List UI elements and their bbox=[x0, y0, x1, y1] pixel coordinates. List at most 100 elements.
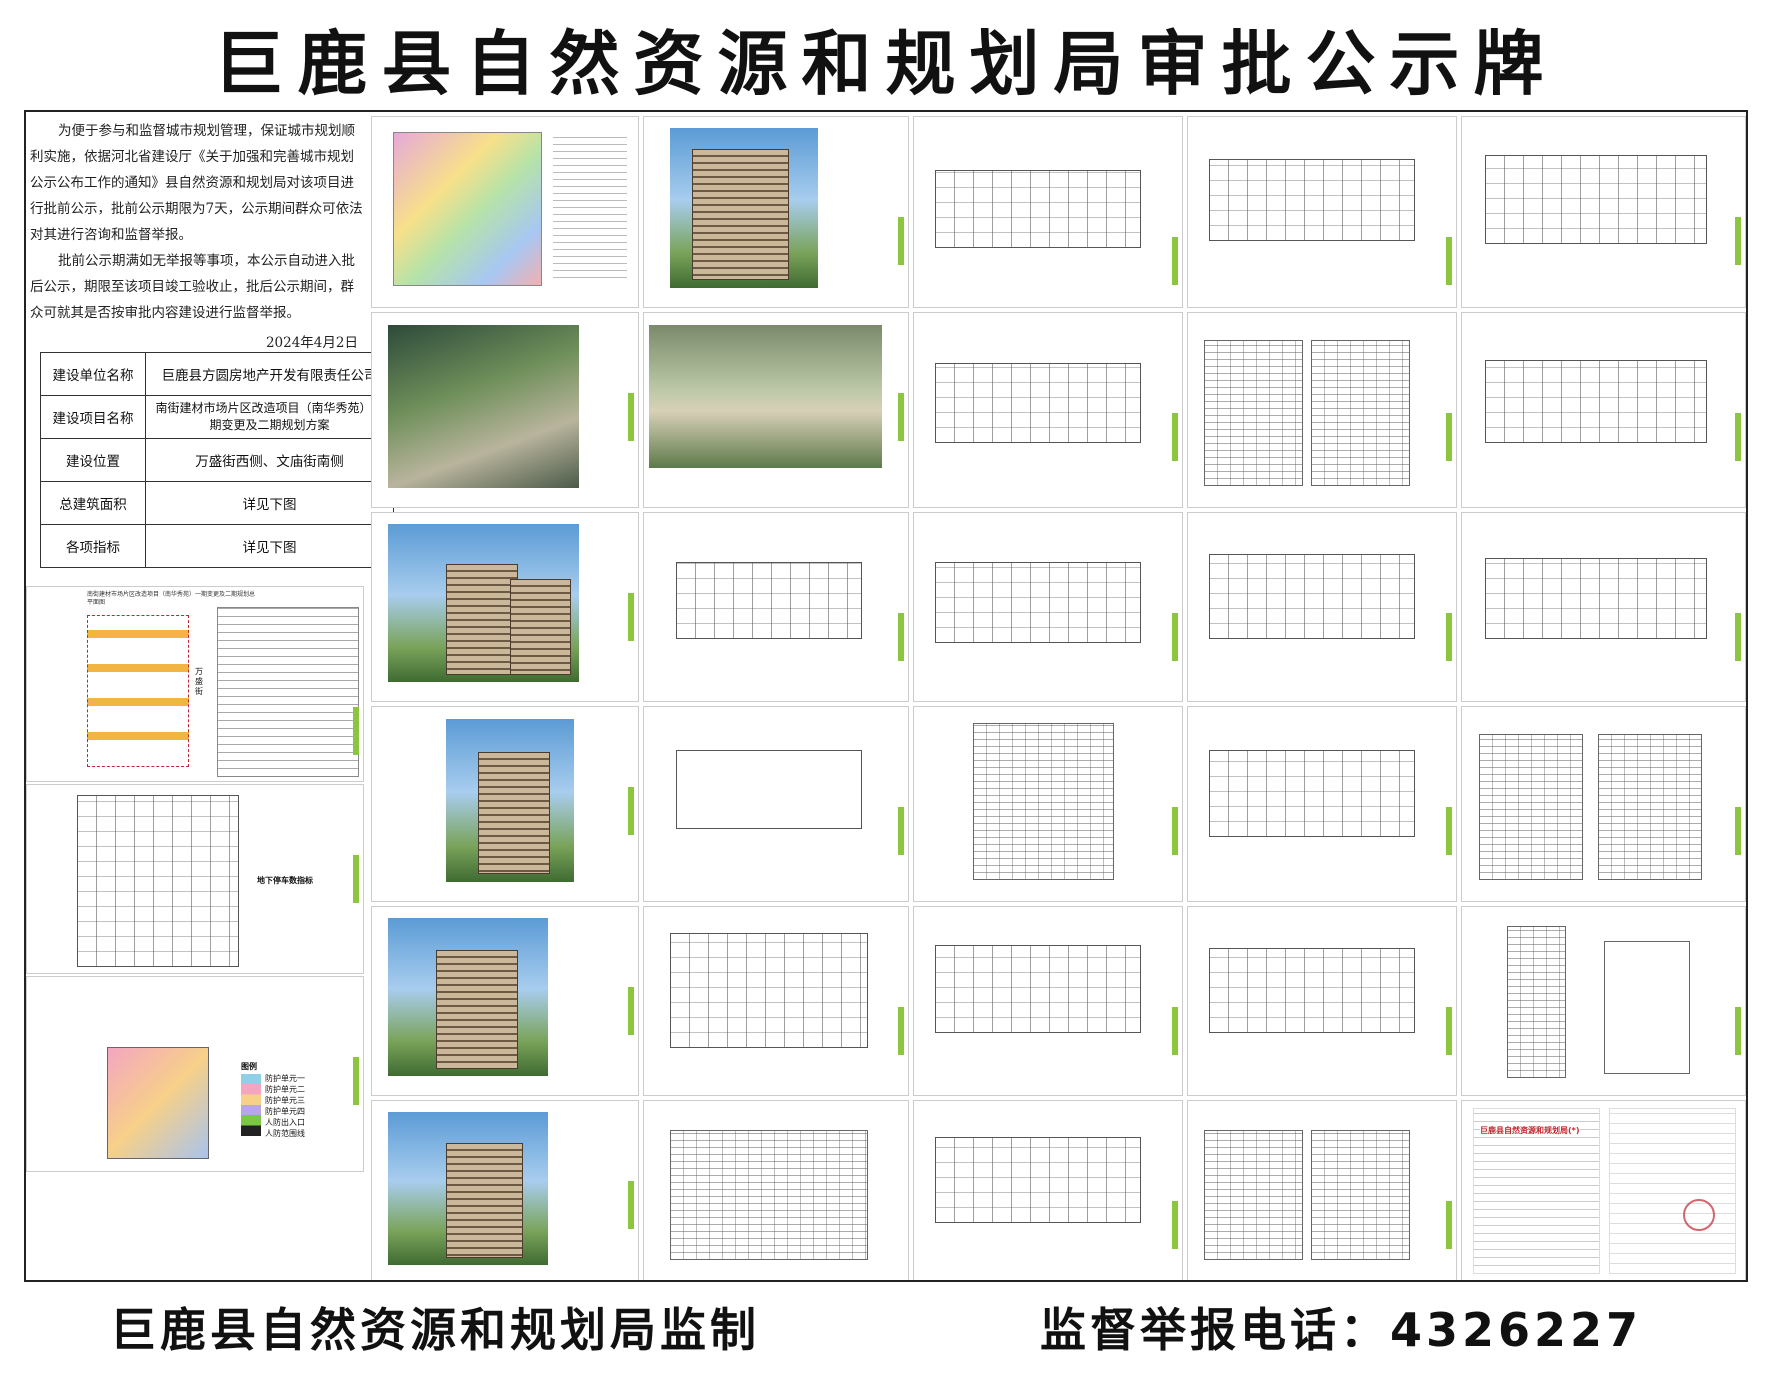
elevation-f4 bbox=[1461, 706, 1746, 902]
floor-plan-c4 bbox=[643, 706, 909, 902]
parking-plan-drawing bbox=[77, 795, 239, 967]
table-row: 建设位置 万盛街西侧、文庙街南侧 bbox=[40, 438, 394, 482]
tower-graphic bbox=[446, 1142, 523, 1258]
floor-plan-d3 bbox=[913, 512, 1183, 702]
row-label: 建设位置 bbox=[40, 438, 146, 482]
sheet-marker bbox=[1735, 613, 1741, 661]
legend-item: 防护单元二 bbox=[265, 1085, 305, 1094]
parking-legend-title: 地下停车数指标 bbox=[257, 876, 313, 885]
row-value: 详见下图 bbox=[145, 481, 394, 525]
table-row: 建设项目名称 南街建材市场片区改造项目（南华秀苑）一期变更及二期规划方案 bbox=[40, 395, 394, 439]
page-title: 巨鹿县自然资源和规划局审批公示牌 bbox=[213, 23, 1558, 105]
footer-hotline: 监督举报电话：4326227 bbox=[1040, 1303, 1643, 1357]
sheet-marker bbox=[1446, 807, 1452, 855]
approval-document-panel: 巨鹿县自然资源和规划局(*) bbox=[1461, 1100, 1746, 1280]
row-value: 巨鹿县方圆房地产开发有限责任公司 bbox=[145, 352, 394, 396]
sheet-marker bbox=[628, 593, 634, 641]
floor-plan-e3 bbox=[1187, 512, 1457, 702]
table-row: 建设单位名称 巨鹿县方圆房地产开发有限责任公司 bbox=[40, 352, 394, 396]
floor-plan-c5 bbox=[643, 906, 909, 1096]
tower-graphic bbox=[691, 149, 789, 281]
legend-item: 防护单元三 bbox=[265, 1096, 305, 1105]
legend-item: 人防范围线 bbox=[265, 1129, 305, 1138]
row-label: 建设项目名称 bbox=[40, 395, 146, 439]
floor-plan-d6 bbox=[913, 1100, 1183, 1280]
aerial-render-panel bbox=[371, 312, 639, 508]
floor-plan-f3 bbox=[1461, 512, 1746, 702]
sheet-marker bbox=[898, 613, 904, 661]
sheet-marker bbox=[628, 787, 634, 835]
sheet-marker bbox=[1735, 1007, 1741, 1055]
notice-paragraph-1: 为便于参与和监督城市规划管理，保证城市规划顺利实施，依据河北省建设厅《关于加强和… bbox=[30, 123, 363, 243]
row-value: 南街建材市场片区改造项目（南华秀苑）一期变更及二期规划方案 bbox=[145, 395, 394, 439]
render-panel-5 bbox=[643, 116, 909, 308]
sheet-marker bbox=[898, 1007, 904, 1055]
sheet-marker bbox=[1172, 613, 1178, 661]
row-value: 详见下图 bbox=[145, 524, 394, 568]
legend-item: 防护单元一 bbox=[265, 1074, 305, 1083]
elevation-e2 bbox=[1187, 312, 1457, 508]
legend-item: 人防出入口 bbox=[265, 1118, 305, 1127]
sheet-marker bbox=[1446, 413, 1452, 461]
floor-plan-f1 bbox=[1461, 116, 1746, 308]
sheet-marker bbox=[1446, 1007, 1452, 1055]
floor-plan-drawing bbox=[675, 749, 863, 830]
floor-plan-drawing bbox=[935, 1137, 1142, 1224]
elevation-e6 bbox=[1187, 1100, 1457, 1280]
floor-plan-drawing bbox=[1209, 948, 1416, 1034]
table-row: 总建筑面积 详见下图 bbox=[40, 481, 394, 525]
floor-plan-d1 bbox=[913, 116, 1183, 308]
floor-plan-drawing bbox=[935, 363, 1142, 444]
sheet-marker bbox=[1735, 413, 1741, 461]
floor-plan-e5 bbox=[1187, 906, 1457, 1096]
sheet-marker bbox=[628, 987, 634, 1035]
floor-plan-drawing bbox=[1209, 749, 1416, 838]
floor-plan-e1 bbox=[1187, 116, 1457, 308]
approval-document-title: 巨鹿县自然资源和规划局(*) bbox=[1480, 1125, 1580, 1136]
notice-paragraph-2: 批前公示期满如无举报等事项，本公示自动进入批后公示，期限至该项目竣工验收止，批后… bbox=[30, 253, 355, 321]
site-plan-drawing bbox=[87, 615, 189, 767]
official-seal bbox=[1682, 1199, 1715, 1232]
sheet-marker bbox=[1172, 1201, 1178, 1249]
sheet-marker bbox=[1735, 217, 1741, 265]
tower-graphic bbox=[446, 563, 518, 675]
elevation-drawing bbox=[1311, 1130, 1410, 1260]
floor-plan-f2 bbox=[1461, 312, 1746, 508]
floor-plan-c3 bbox=[643, 512, 909, 702]
floor-plan-drawing bbox=[670, 933, 868, 1049]
site-plan-title: 南街建材市场片区改造项目（南华秀苑）一期变更及二期规划总平面图 bbox=[87, 591, 256, 606]
floor-plan-drawing bbox=[1209, 158, 1416, 241]
elevation-drawing bbox=[1478, 734, 1583, 880]
elevation-drawing bbox=[972, 722, 1115, 880]
row-label: 总建筑面积 bbox=[40, 481, 146, 525]
sheet-marker bbox=[353, 707, 359, 755]
sheet-marker bbox=[353, 855, 359, 903]
elevation-drawing bbox=[1204, 340, 1303, 486]
zoning-map-panel bbox=[371, 116, 639, 308]
floor-plan-drawing bbox=[935, 170, 1142, 249]
row-label: 各项指标 bbox=[40, 524, 146, 568]
tower-graphic bbox=[510, 578, 571, 675]
elevation-drawing bbox=[1204, 1130, 1303, 1260]
tower-graphic bbox=[478, 751, 550, 874]
sheet-marker bbox=[1172, 237, 1178, 285]
street-label-wansheng: 万盛街 bbox=[195, 667, 203, 696]
civil-defense-panel: 图例 防护单元一 防护单元二 防护单元三 防护单元四 人防出入口 人防范围线 bbox=[26, 976, 364, 1172]
floor-plan-drawing bbox=[935, 944, 1142, 1034]
sheet-marker bbox=[898, 807, 904, 855]
row-label: 建设单位名称 bbox=[40, 352, 146, 396]
section-drawing bbox=[1507, 925, 1566, 1079]
floor-plan-drawing bbox=[1484, 359, 1708, 444]
render-panel-3 bbox=[371, 906, 639, 1096]
sheet-marker bbox=[1446, 613, 1452, 661]
floor-plan-d2 bbox=[913, 312, 1183, 508]
aerial-render-image bbox=[387, 324, 580, 488]
sheet-marker bbox=[1446, 237, 1452, 285]
elevation-d4 bbox=[913, 706, 1183, 902]
map-notes bbox=[552, 136, 628, 285]
sheet-marker bbox=[628, 1181, 634, 1229]
site-plan-panel: 南街建材市场片区改造项目（南华秀苑）一期变更及二期规划总平面图 万盛街 bbox=[26, 586, 364, 782]
notice-board: 为便于参与和监督城市规划管理，保证城市规划顺利实施，依据河北省建设厅《关于加强和… bbox=[24, 110, 1748, 1282]
project-info-table: 建设单位名称 巨鹿县方圆房地产开发有限责任公司 建设项目名称 南街建材市场片区改造项… bbox=[40, 352, 394, 568]
sheet-marker bbox=[1172, 413, 1178, 461]
